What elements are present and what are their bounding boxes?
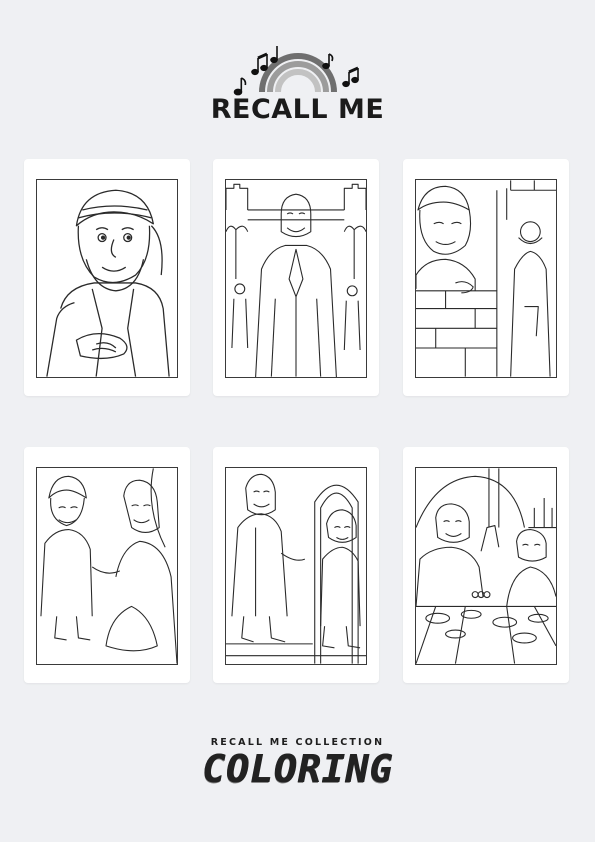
coloring-page-frame [36, 467, 178, 665]
rainbow-with-music-notes-icon [233, 46, 359, 96]
coloring-page-frame [415, 179, 557, 378]
coloring-page-frame [415, 467, 557, 665]
jesus-praying-at-city-gate-icon [226, 183, 366, 377]
coloring-page-card-4[interactable] [24, 447, 190, 683]
coloring-page-frame [225, 467, 367, 665]
man-at-wall-watching-jesus-icon [416, 180, 556, 377]
coloring-page-frame [225, 179, 367, 378]
coloring-page-card-6[interactable] [403, 447, 569, 683]
two-men-shaking-hands-icon [40, 468, 177, 664]
coloring-page-card-5[interactable] [213, 447, 379, 683]
coloring-page-frame [36, 179, 178, 378]
man-with-turban-portrait-icon [46, 189, 170, 377]
logo-text: RECALL ME [210, 94, 385, 125]
jesus-meeting-man-at-archway-icon [226, 473, 366, 664]
coloring-page-card-1[interactable] [24, 159, 190, 396]
collection-title: COLORING [201, 747, 394, 791]
coloring-page-card-3[interactable] [403, 159, 569, 396]
coloring-page-card-2[interactable] [213, 159, 379, 396]
shared-meal-at-table-icon [416, 468, 556, 664]
brand-logo: RECALL ME [200, 40, 395, 130]
